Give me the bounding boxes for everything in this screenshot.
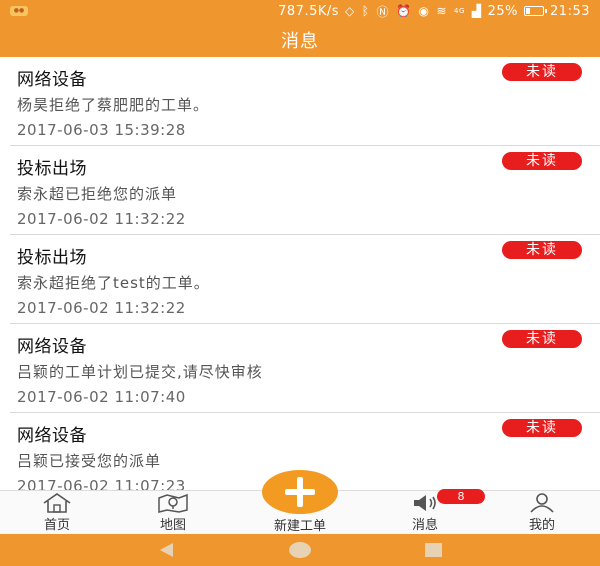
tab-messages-label: 消息	[411, 518, 438, 533]
unread-badge: 未读	[502, 419, 582, 437]
message-content: 索永超已拒绝您的派单	[17, 185, 178, 203]
message-content: 吕颖已接受您的派单	[17, 452, 162, 470]
system-nav-bar	[0, 534, 600, 566]
message-title: 投标出场	[17, 248, 87, 268]
message-list[interactable]: 网络设备 未读 杨昊拒绝了蔡肥肥的工单。 2017-06-03 15:39:28…	[0, 57, 600, 490]
message-time: 2017-06-02 11:32:22	[17, 210, 186, 228]
tab-map-label: 地图	[159, 518, 186, 533]
plus-icon-bar	[285, 489, 315, 495]
status-right: 787.5K/s ◇ ᛒ Ⓝ ⏰ ◉ ≋ 4G ▟ 25% 21:53	[278, 3, 590, 20]
message-content: 杨昊拒绝了蔡肥肥的工单。	[17, 96, 210, 114]
unread-badge: 未读	[502, 241, 582, 259]
eye-icon: ◉	[418, 4, 430, 18]
tab-mine-label: 我的	[528, 518, 555, 533]
tab-home[interactable]: 首页	[17, 491, 97, 535]
unread-badge: 未读	[502, 330, 582, 348]
unread-badge: 未读	[502, 63, 582, 81]
message-title: 投标出场	[17, 159, 87, 179]
tab-new-order-label: 新建工单	[273, 519, 326, 534]
list-item[interactable]: 网络设备 未读 杨昊拒绝了蔡肥肥的工单。 2017-06-03 15:39:28	[10, 57, 600, 146]
message-content: 吕颖的工单计划已提交,请尽快审核	[17, 363, 263, 381]
messages-count-badge: 8	[437, 489, 485, 504]
location-icon: ◇	[345, 4, 355, 18]
list-item[interactable]: 投标出场 未读 索永超已拒绝您的派单 2017-06-02 11:32:22	[10, 146, 600, 235]
map-icon	[158, 493, 188, 513]
new-order-button[interactable]	[262, 470, 338, 514]
battery-fill	[526, 8, 531, 14]
list-item[interactable]: 网络设备 未读 吕颖的工单计划已提交,请尽快审核 2017-06-02 11:0…	[10, 324, 600, 413]
message-content: 索永超拒绝了test的工单。	[17, 274, 210, 292]
message-title: 网络设备	[17, 426, 87, 446]
battery-icon	[524, 6, 548, 16]
signal-bars-icon: ▟	[471, 4, 482, 18]
status-bar: ●● 787.5K/s ◇ ᛒ Ⓝ ⏰ ◉ ≋ 4G ▟ 25% 21:53	[0, 0, 600, 22]
alarm-icon: ⏰	[396, 4, 412, 18]
tab-mine[interactable]: 我的	[502, 491, 582, 535]
message-title: 网络设备	[17, 337, 87, 357]
recent-apps-icon[interactable]	[425, 543, 442, 557]
message-time: 2017-06-02 11:32:22	[17, 299, 186, 317]
message-time: 2017-06-03 15:39:28	[17, 121, 186, 139]
signal-icon: 4G	[454, 7, 465, 15]
status-icons: ◇ ᛒ Ⓝ ⏰ ◉ ≋ 4G ▟	[345, 3, 482, 20]
page-title: 消息	[281, 30, 319, 52]
tab-home-label: 首页	[43, 518, 70, 533]
message-time: 2017-06-02 11:07:40	[17, 388, 186, 406]
wifi-icon: ≋	[436, 4, 447, 18]
message-title: 网络设备	[17, 70, 87, 90]
unread-badge: 未读	[502, 152, 582, 170]
user-icon	[530, 493, 554, 513]
back-icon[interactable]	[160, 543, 173, 557]
message-time: 2017-06-02 11:07:23	[17, 477, 186, 490]
notification-icon: ●●	[10, 6, 28, 16]
battery-percent: 25%	[487, 3, 519, 19]
home-circle-icon[interactable]	[289, 542, 311, 558]
clock: 21:53	[550, 3, 590, 19]
home-icon	[43, 493, 71, 513]
nfc-icon: Ⓝ	[376, 4, 389, 19]
bluetooth-icon: ᛒ	[361, 4, 370, 18]
page-header: 消息	[0, 22, 600, 57]
tab-map[interactable]: 地图	[133, 491, 213, 535]
net-speed: 787.5K/s	[278, 3, 340, 19]
list-item[interactable]: 投标出场 未读 索永超拒绝了test的工单。 2017-06-02 11:32:…	[10, 235, 600, 324]
